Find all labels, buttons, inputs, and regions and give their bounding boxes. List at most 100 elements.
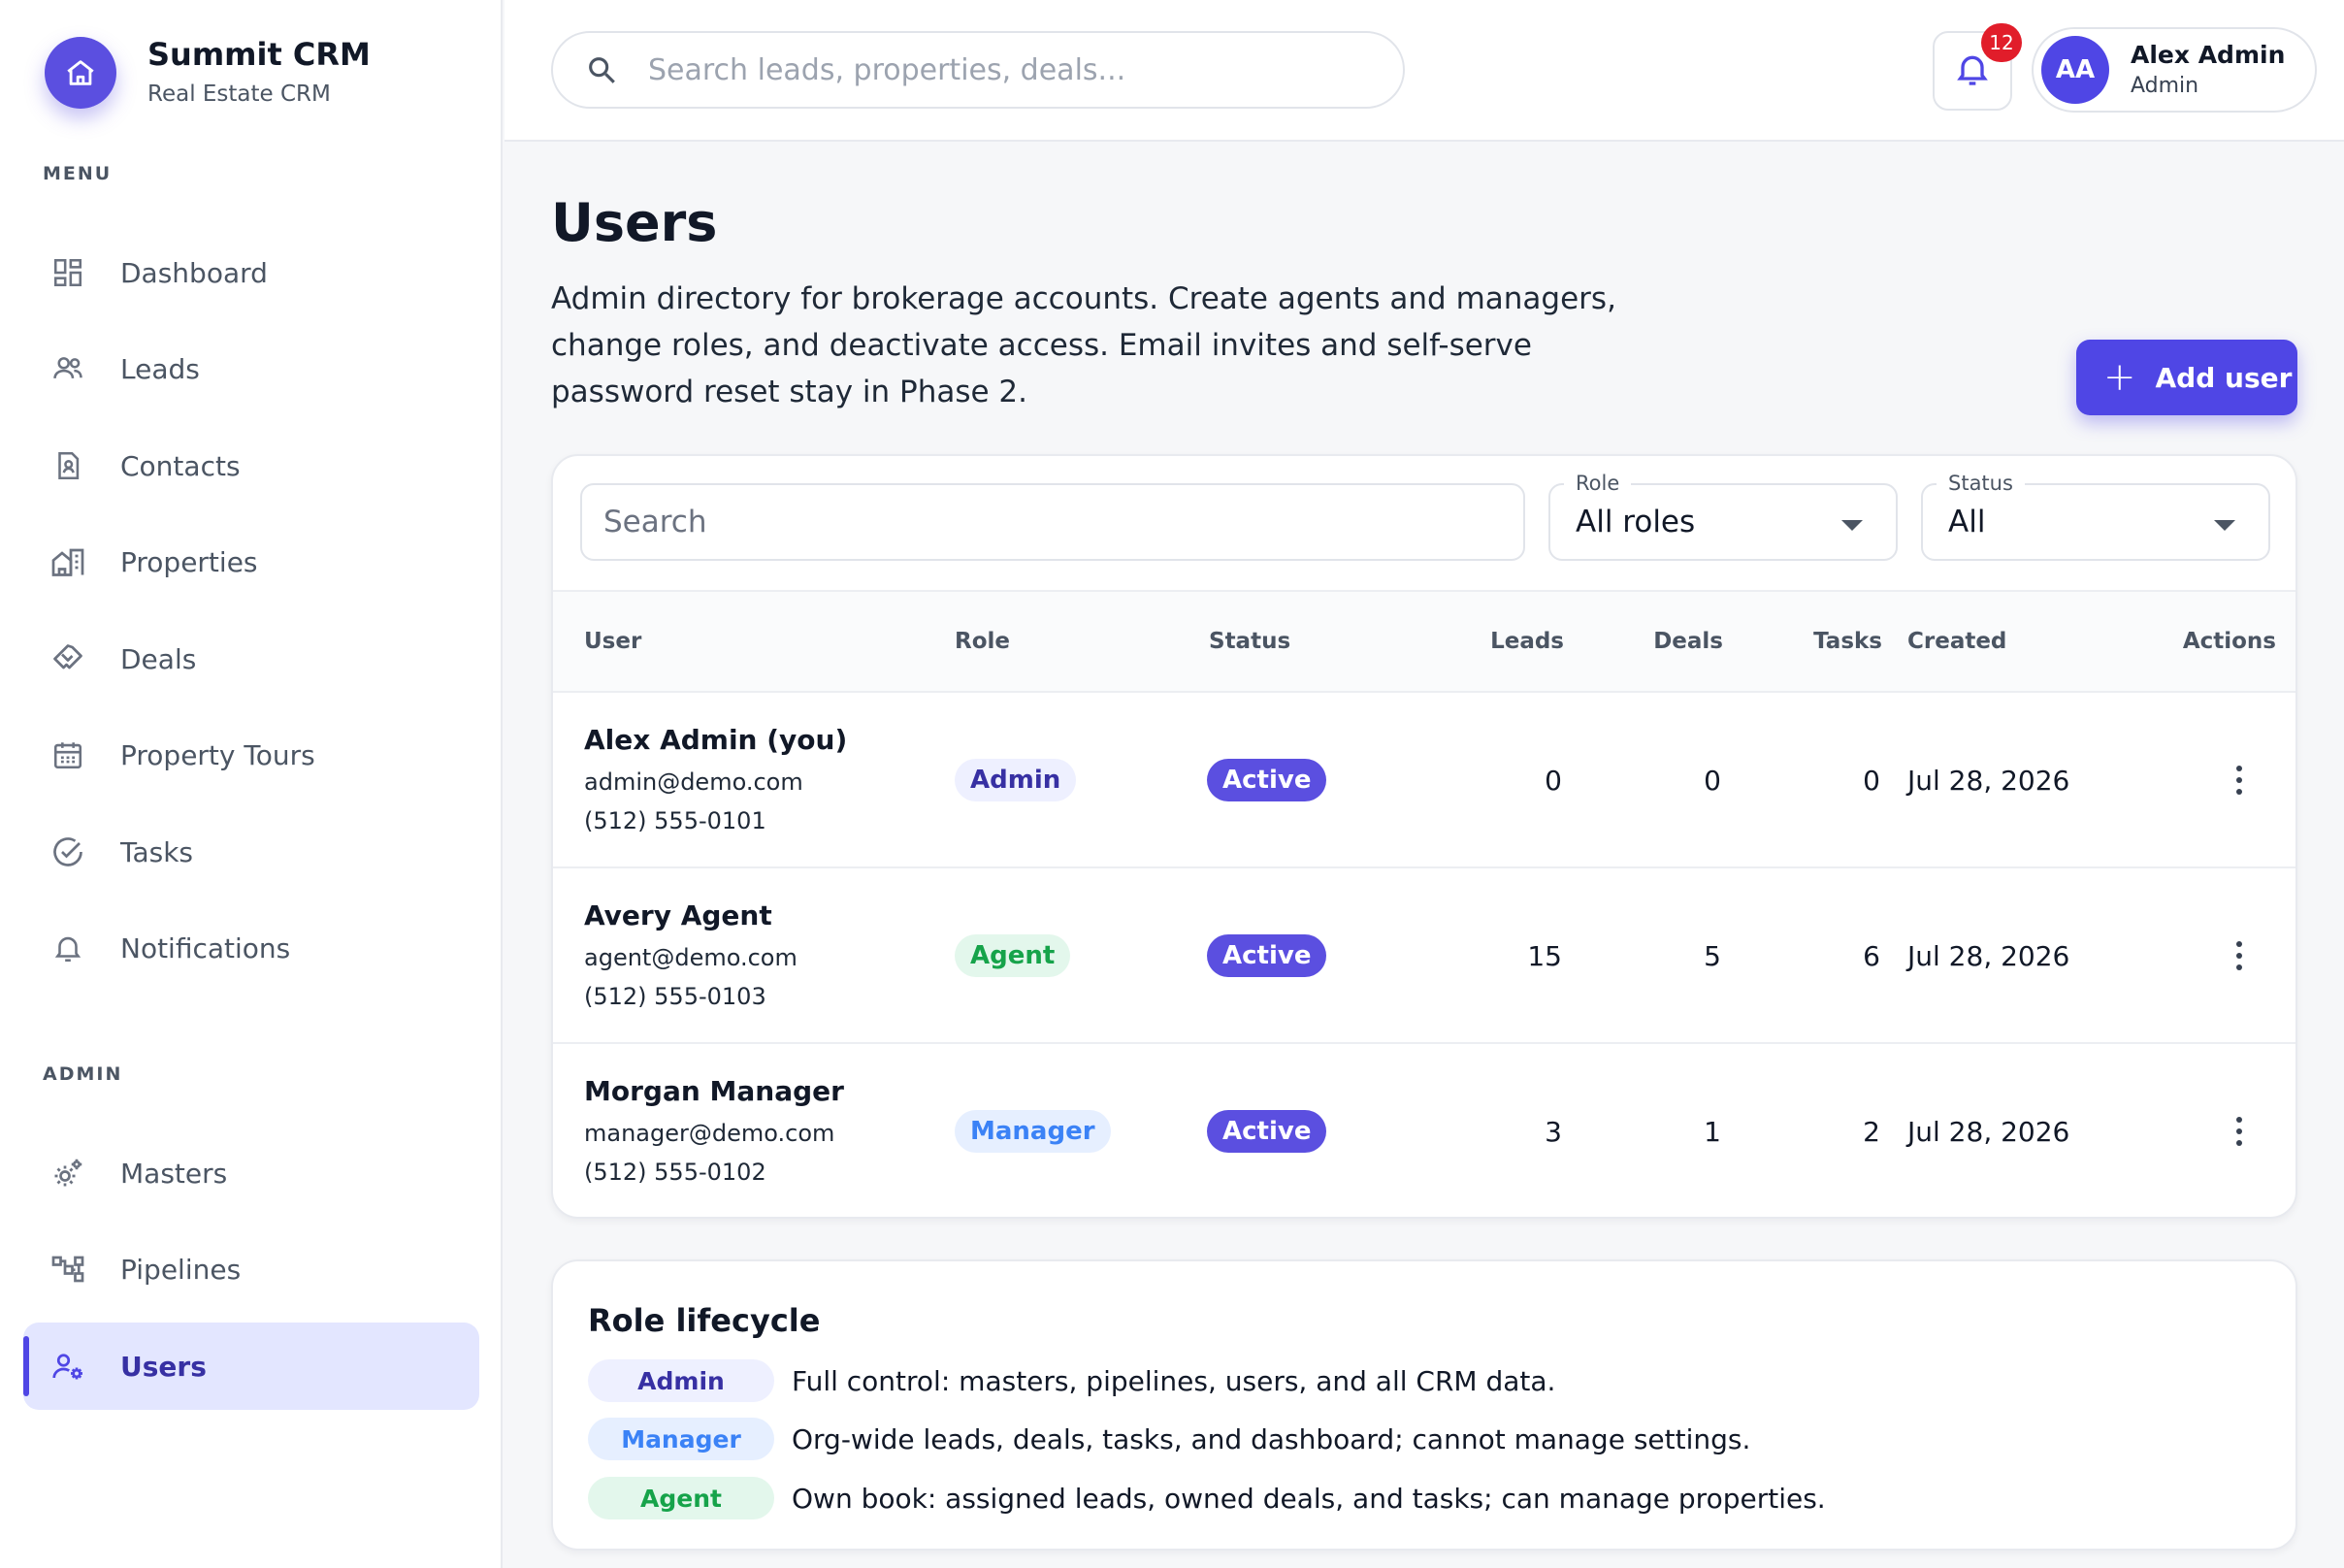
table-row[interactable]: Alex Admin (you) admin@demo.com (512) 55… (553, 693, 2295, 868)
profile-role: Admin (2131, 74, 2199, 98)
page-title: Users (551, 192, 718, 253)
column-header-created[interactable]: Created (1907, 629, 2006, 654)
tasks-count: 6 (1863, 940, 1880, 972)
user-phone: (512) 555-0103 (584, 983, 766, 1010)
add-user-button[interactable]: + Add user (2076, 340, 2297, 415)
deals-count: 5 (1704, 940, 1721, 972)
sidebar-item-users[interactable]: Users (23, 1323, 479, 1410)
calendar-icon (49, 735, 87, 774)
role-badge: Agent (588, 1477, 774, 1519)
sidebar: Summit CRM Real Estate CRM MENU Dashboar… (0, 0, 503, 1568)
sidebar-item-label: Property Tours (120, 738, 315, 771)
role-description: Own book: assigned leads, owned deals, a… (792, 1482, 1826, 1515)
column-header-role[interactable]: Role (955, 629, 1010, 654)
sidebar-item-dashboard[interactable]: Dashboard (23, 229, 479, 316)
contact-card-icon (49, 446, 87, 485)
global-search-input[interactable] (648, 52, 1347, 87)
column-header-actions: Actions (2182, 629, 2276, 654)
user-email: admin@demo.com (584, 768, 803, 796)
user-name: Avery Agent (584, 899, 772, 931)
user-search-input[interactable] (603, 505, 1477, 539)
sidebar-item-deals[interactable]: Deals (23, 615, 479, 702)
check-circle-icon (49, 833, 87, 871)
role-filter-select[interactable]: Role All roles (1548, 472, 1898, 561)
column-header-tasks[interactable]: Tasks (1766, 629, 1882, 654)
sidebar-item-tasks[interactable]: Tasks (23, 808, 479, 896)
sidebar-item-label: Notifications (120, 931, 291, 964)
brand[interactable]: Summit CRM Real Estate CRM (45, 33, 371, 113)
users-table-card: Role All roles Status All User Role Stat… (551, 454, 2297, 1219)
gears-icon (49, 1154, 87, 1192)
table-row[interactable]: Avery Agent agent@demo.com (512) 555-010… (553, 868, 2295, 1044)
brand-name: Summit CRM (147, 36, 371, 73)
role-badge: Admin (955, 759, 1077, 801)
sidebar-item-property-tours[interactable]: Property Tours (23, 711, 479, 799)
menu-section-label: MENU (43, 163, 113, 184)
leads-count: 15 (1527, 940, 1562, 972)
tasks-count: 0 (1863, 765, 1880, 797)
deals-count: 1 (1704, 1116, 1721, 1148)
column-header-leads[interactable]: Leads (1448, 629, 1564, 654)
created-date: Jul 28, 2026 (1907, 1116, 2070, 1148)
user-profile-menu[interactable]: AA Alex Admin Admin (2032, 27, 2317, 113)
leads-count: 0 (1545, 765, 1562, 797)
handshake-icon (49, 639, 87, 678)
status-filter-label: Status (1937, 472, 2025, 495)
role-lifecycle-card: Role lifecycle Admin Full control: maste… (551, 1259, 2297, 1551)
sidebar-item-label: Pipelines (120, 1253, 242, 1286)
add-user-label: Add user (2155, 361, 2293, 394)
role-badge: Agent (955, 934, 1071, 977)
column-header-status[interactable]: Status (1209, 629, 1290, 654)
sidebar-item-pipelines[interactable]: Pipelines (23, 1225, 479, 1313)
created-date: Jul 28, 2026 (1907, 765, 2070, 797)
table-row[interactable]: Morgan Manager manager@demo.com (512) 55… (553, 1044, 2295, 1217)
role-lifecycle-title: Role lifecycle (588, 1302, 821, 1339)
chevron-down-icon (1841, 520, 1863, 531)
sidebar-item-properties[interactable]: Properties (23, 518, 479, 605)
status-badge: Active (1207, 1110, 1327, 1153)
user-email: manager@demo.com (584, 1120, 835, 1147)
sidebar-item-label: Tasks (120, 835, 194, 868)
role-filter-label: Role (1564, 472, 1632, 495)
plus-icon: + (2103, 355, 2136, 400)
user-search-field[interactable] (580, 483, 1525, 561)
people-icon (49, 349, 87, 388)
status-badge: Active (1207, 934, 1327, 977)
user-name: Morgan Manager (584, 1075, 844, 1107)
brand-subtitle: Real Estate CRM (147, 82, 331, 107)
sidebar-item-label: Dashboard (120, 256, 268, 289)
column-header-user[interactable]: User (584, 629, 641, 654)
leads-count: 3 (1545, 1116, 1562, 1148)
user-phone: (512) 555-0102 (584, 1159, 766, 1186)
status-filter-select[interactable]: Status All (1921, 472, 2270, 561)
sidebar-item-label: Masters (120, 1157, 228, 1190)
home-icon (45, 37, 116, 109)
sidebar-item-masters[interactable]: Masters (23, 1129, 479, 1217)
role-description: Full control: masters, pipelines, users,… (792, 1364, 1556, 1397)
pipeline-icon (49, 1250, 87, 1289)
sidebar-item-label: Deals (120, 642, 197, 675)
search-icon (582, 50, 621, 89)
role-badge: Admin (588, 1359, 774, 1402)
chevron-down-icon (2214, 520, 2235, 531)
top-bar: 12 AA Alex Admin Admin (505, 0, 2344, 142)
more-actions-icon[interactable] (2220, 1106, 2259, 1157)
sidebar-item-label: Users (120, 1350, 207, 1383)
deals-count: 0 (1704, 765, 1721, 797)
sidebar-item-contacts[interactable]: Contacts (23, 422, 479, 509)
user-name: Alex Admin (you) (584, 724, 848, 756)
page-description: Admin directory for brokerage accounts. … (551, 281, 1616, 409)
users-table: User Role Status Leads Deals Tasks Creat… (553, 590, 2295, 1217)
sidebar-item-leads[interactable]: Leads (23, 325, 479, 412)
global-search[interactable] (551, 31, 1405, 109)
status-filter-value: All (1948, 505, 1986, 539)
notifications-button[interactable]: 12 (1933, 23, 2022, 111)
role-badge: Manager (955, 1110, 1111, 1153)
more-actions-icon[interactable] (2220, 755, 2259, 805)
lifecycle-row-manager: Manager Org-wide leads, deals, tasks, an… (588, 1417, 1750, 1461)
column-header-deals[interactable]: Deals (1607, 629, 1723, 654)
dashboard-icon (49, 253, 87, 292)
sidebar-item-notifications[interactable]: Notifications (23, 904, 479, 992)
table-header: User Role Status Leads Deals Tasks Creat… (553, 590, 2295, 693)
more-actions-icon[interactable] (2220, 931, 2259, 981)
